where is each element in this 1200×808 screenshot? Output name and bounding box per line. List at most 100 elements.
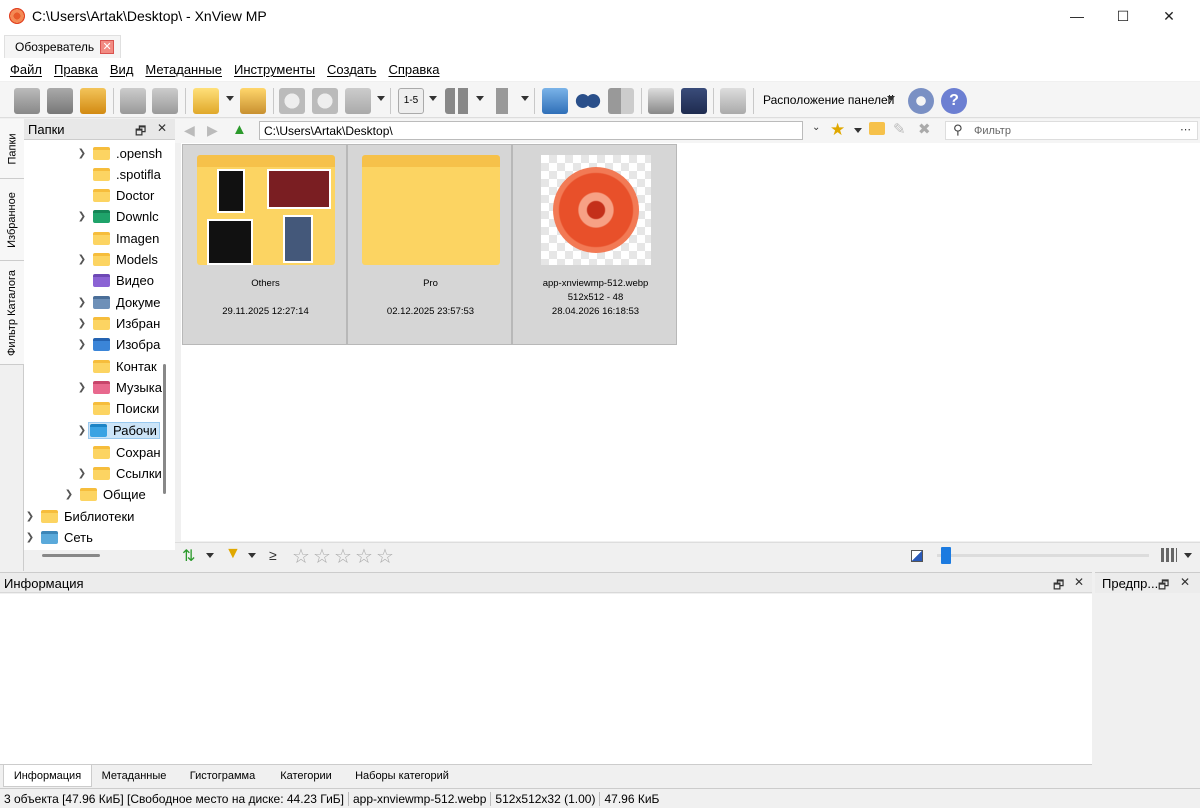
- open-with-icon[interactable]: [193, 88, 219, 114]
- forward-arrow-icon[interactable]: ▶: [207, 122, 218, 139]
- print-icon[interactable]: [648, 88, 674, 114]
- chevron-right-icon[interactable]: ❯: [76, 297, 88, 308]
- chevron-right-icon[interactable]: ❯: [76, 318, 88, 329]
- menu-metadata[interactable]: Метаданные: [139, 62, 228, 77]
- side-tab-folders[interactable]: Папки: [0, 119, 24, 179]
- tree-horizontal-scrollbar[interactable]: [42, 554, 100, 557]
- side-tab-favorites[interactable]: Избранное: [0, 179, 24, 261]
- properties-icon[interactable]: [152, 88, 178, 114]
- rotate-left-icon[interactable]: [279, 88, 305, 114]
- batch-rename-icon[interactable]: [720, 88, 746, 114]
- close-panel-icon[interactable]: ✕: [1180, 575, 1190, 589]
- view-mode-dropdown-icon[interactable]: [476, 96, 484, 101]
- tab-browser[interactable]: Обозреватель ✕: [4, 35, 122, 58]
- scan-icon[interactable]: [681, 88, 707, 114]
- rating-star-icon[interactable]: ☆: [334, 544, 352, 569]
- capture-icon[interactable]: [542, 88, 568, 114]
- chevron-right-icon[interactable]: ❯: [63, 489, 75, 500]
- tab-categories[interactable]: Категории: [269, 765, 343, 787]
- bookmark-dropdown-icon[interactable]: [521, 96, 529, 101]
- tree-item[interactable]: ❯ .opensh: [76, 143, 162, 164]
- close-panel-icon[interactable]: ✕: [157, 121, 167, 135]
- chevron-right-icon[interactable]: ❯: [24, 532, 36, 543]
- open-with-dropdown-icon[interactable]: [226, 96, 234, 101]
- chevron-right-icon[interactable]: ❯: [76, 211, 88, 222]
- rating-operator[interactable]: ≥: [269, 547, 277, 563]
- thumbnail-item[interactable]: Others 29.11.2025 12:27:14: [182, 144, 347, 345]
- menu-tools[interactable]: Инструменты: [228, 62, 321, 77]
- tree-item[interactable]: .spotifla: [76, 164, 161, 185]
- slideshow-icon[interactable]: [80, 88, 106, 114]
- tree-item[interactable]: ❯ Общие: [63, 484, 146, 505]
- chevron-right-icon[interactable]: ❯: [24, 511, 36, 522]
- side-tab-catalog-filter[interactable]: Фильтр Каталога: [0, 261, 24, 365]
- close-panel-icon[interactable]: ✕: [1074, 575, 1084, 589]
- menu-file[interactable]: Файл: [4, 62, 48, 77]
- tree-item[interactable]: ❯ Музыка: [76, 377, 162, 398]
- thumbnail-size-slider[interactable]: [937, 554, 1149, 557]
- favorite-star-icon[interactable]: ★: [830, 120, 845, 140]
- maximize-button[interactable]: ☐: [1100, 0, 1146, 32]
- tab-close-icon[interactable]: ✕: [100, 40, 115, 54]
- tree-item[interactable]: Сохран: [76, 442, 161, 463]
- menu-help[interactable]: Справка: [382, 62, 445, 77]
- bookmark-icon[interactable]: [490, 88, 516, 114]
- tree-item[interactable]: ❯ Downlc: [76, 206, 159, 227]
- rating-star-icon[interactable]: ☆: [292, 544, 310, 569]
- tree-item[interactable]: ❯ Models: [76, 249, 158, 270]
- menu-view[interactable]: Вид: [104, 62, 140, 77]
- tree-item-selected[interactable]: ❯ Рабочи: [76, 420, 160, 441]
- edit-icon[interactable]: ✎: [893, 120, 906, 138]
- search-binoculars-icon[interactable]: [575, 88, 601, 114]
- layout-menu-button[interactable]: Расположение панелей: [763, 93, 894, 107]
- rating-star-icon[interactable]: ☆: [376, 544, 394, 569]
- tree-item[interactable]: ❯ Библиотеки: [24, 506, 135, 527]
- menu-edit[interactable]: Правка: [48, 62, 104, 77]
- filter-options-icon[interactable]: ⋯: [1180, 123, 1191, 136]
- tree-item[interactable]: Imagen: [76, 228, 159, 249]
- tree-item[interactable]: Видео: [76, 270, 154, 291]
- tree-item[interactable]: Контак: [76, 356, 157, 377]
- filter-dropdown-icon[interactable]: [248, 553, 256, 558]
- tree-item[interactable]: ❯ Избран: [76, 313, 160, 334]
- up-folder-icon[interactable]: ▲: [232, 121, 247, 138]
- thumbnail-item[interactable]: app-xnviewmp-512.webp 512x512 - 48 28.04…: [512, 144, 677, 345]
- tree-item[interactable]: Поиски: [76, 398, 159, 419]
- chevron-right-icon[interactable]: ❯: [76, 148, 88, 159]
- minimize-button[interactable]: —: [1054, 0, 1100, 32]
- compare-icon[interactable]: [608, 88, 634, 114]
- tab-category-sets[interactable]: Наборы категорий: [343, 765, 461, 787]
- thumbnail-item[interactable]: Pro 02.12.2025 23:57:53: [347, 144, 512, 345]
- tree-item[interactable]: ❯ Докуме: [76, 292, 161, 313]
- copy-to-icon[interactable]: [120, 88, 146, 114]
- filter-input[interactable]: Фильтр: [945, 121, 1198, 140]
- page-range-dropdown-icon[interactable]: [429, 96, 437, 101]
- chevron-right-icon[interactable]: ❯: [76, 254, 88, 265]
- chevron-right-icon[interactable]: ❯: [76, 468, 88, 479]
- page-range-button[interactable]: 1-5: [398, 88, 424, 114]
- delete-icon[interactable]: ✖: [918, 120, 931, 138]
- new-folder-icon[interactable]: [869, 122, 885, 135]
- tree-item[interactable]: ❯ Сеть: [24, 527, 93, 548]
- tab-info[interactable]: Информация: [3, 765, 92, 787]
- rating-star-icon[interactable]: ☆: [313, 544, 331, 569]
- grid-dropdown-icon[interactable]: [1184, 553, 1192, 558]
- settings-gear-icon[interactable]: [908, 88, 934, 114]
- slider-handle[interactable]: [941, 547, 951, 564]
- tab-histogram[interactable]: Гистограмма: [176, 765, 269, 787]
- address-dropdown-icon[interactable]: ⌄: [812, 122, 820, 133]
- favorite-dropdown-icon[interactable]: [854, 128, 862, 133]
- sort-icon[interactable]: ⇅: [182, 546, 195, 566]
- filter-funnel-icon[interactable]: ▼: [225, 545, 241, 563]
- help-icon[interactable]: ?: [941, 88, 967, 114]
- grid-options-icon[interactable]: [1161, 548, 1177, 562]
- convert-icon[interactable]: [240, 88, 266, 114]
- tree-item[interactable]: ❯ Изобра: [76, 334, 161, 355]
- chevron-right-icon[interactable]: ❯: [76, 382, 88, 393]
- rotate-right-icon[interactable]: [312, 88, 338, 114]
- tab-metadata[interactable]: Метаданные: [92, 765, 176, 787]
- thumbnail-size-icon[interactable]: [911, 550, 923, 562]
- chevron-right-icon[interactable]: ❯: [76, 339, 88, 350]
- sort-dropdown-icon[interactable]: [206, 553, 214, 558]
- chevron-right-icon[interactable]: ❯: [76, 425, 88, 436]
